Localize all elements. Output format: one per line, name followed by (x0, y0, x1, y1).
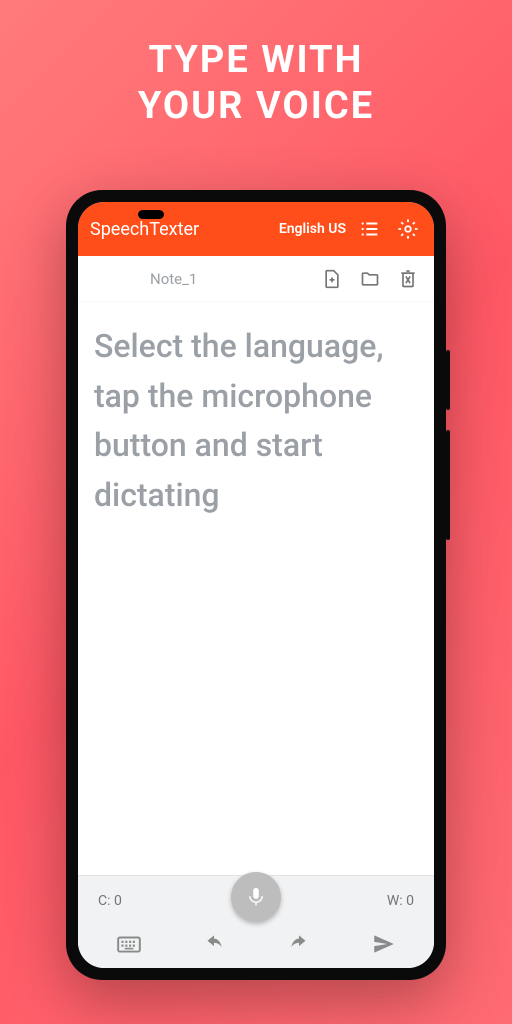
microphone-icon (245, 886, 267, 908)
language-selector[interactable]: English US (279, 221, 346, 237)
phone-notch (138, 210, 164, 219)
footer-actions-row (78, 920, 434, 968)
list-icon[interactable] (356, 215, 384, 243)
gear-icon[interactable] (394, 215, 422, 243)
footer: C: 0 W: 0 (78, 875, 434, 968)
app-bar: SpeechTexter English US (78, 202, 434, 256)
send-icon[interactable] (356, 924, 412, 964)
promo-title: TYPE WITH YOUR VOICE (0, 0, 512, 129)
document-bar: Note_1 (78, 256, 434, 302)
app-title: SpeechTexter (90, 219, 269, 240)
char-count: C: 0 (98, 893, 122, 909)
promo-line2: YOUR VOICE (0, 84, 512, 130)
folder-icon[interactable] (360, 269, 380, 289)
undo-icon[interactable] (186, 924, 242, 964)
phone-frame: SpeechTexter English US N (66, 190, 446, 980)
app-screen: SpeechTexter English US N (78, 202, 434, 968)
redo-icon[interactable] (271, 924, 327, 964)
text-area[interactable]: Select the language, tap the microphone … (78, 302, 434, 875)
keyboard-icon[interactable] (101, 924, 157, 964)
placeholder-text: Select the language, tap the microphone … (94, 322, 418, 520)
microphone-button[interactable] (231, 872, 281, 922)
note-title[interactable]: Note_1 (94, 270, 304, 288)
new-file-icon[interactable] (322, 269, 342, 289)
promo-line1: TYPE WITH (0, 38, 512, 84)
footer-counts-row: C: 0 W: 0 (78, 876, 434, 920)
word-count: W: 0 (387, 893, 414, 909)
phone-side-button (446, 350, 450, 410)
delete-icon[interactable] (398, 269, 418, 289)
phone-side-button (446, 430, 450, 540)
